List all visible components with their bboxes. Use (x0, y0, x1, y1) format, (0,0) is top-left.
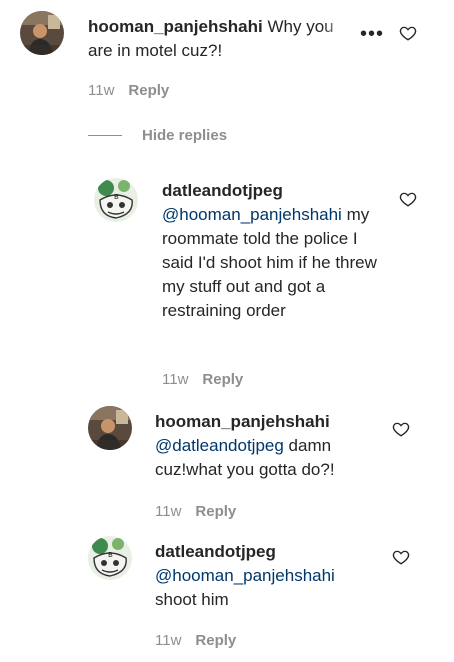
reply-text: datleandotjpeg @hooman_panjehshahi shoot… (155, 540, 375, 612)
reply-button[interactable]: Reply (202, 371, 243, 388)
reply-timestamp: 11w (162, 371, 189, 388)
avatar-datleandotjpeg[interactable]: B (88, 536, 132, 580)
reply-meta: 11w Reply (155, 632, 236, 649)
comment-text: hooman_panjehshahi Why you are in motel … (88, 15, 350, 63)
mention-link[interactable]: @datleandotjpeg (155, 436, 284, 455)
reply-body: shoot him (155, 590, 229, 609)
heart-outline-icon[interactable] (392, 420, 410, 438)
reply-button[interactable]: Reply (195, 632, 236, 649)
divider-line (88, 135, 122, 136)
reply-meta: 11w Reply (162, 371, 243, 388)
reply-timestamp: 11w (155, 632, 182, 649)
reply-button[interactable]: Reply (195, 503, 236, 520)
mention-link[interactable]: @hooman_panjehshahi (155, 564, 375, 588)
reply-button[interactable]: Reply (128, 82, 169, 99)
avatar-hooman[interactable] (20, 11, 64, 55)
mention-link[interactable]: @hooman_panjehshahi (162, 205, 342, 224)
text-fade (322, 15, 352, 43)
heart-outline-icon[interactable] (399, 190, 417, 208)
reply-username[interactable]: datleandotjpeg (162, 179, 382, 203)
heart-outline-icon[interactable] (399, 24, 417, 42)
comment-username[interactable]: hooman_panjehshahi (88, 17, 263, 36)
more-options-icon[interactable]: ••• (360, 24, 384, 44)
avatar-hooman[interactable] (88, 406, 132, 450)
reply-timestamp: 11w (155, 503, 182, 520)
reply-username[interactable]: datleandotjpeg (155, 540, 375, 564)
svg-text:B: B (114, 193, 119, 201)
comment-timestamp: 11w (88, 82, 115, 99)
reply-username[interactable]: hooman_panjehshahi (155, 410, 375, 434)
avatar-datleandotjpeg[interactable]: B (94, 178, 138, 222)
hide-replies-button[interactable]: Hide replies (88, 127, 227, 144)
heart-outline-icon[interactable] (392, 548, 410, 566)
hide-replies-label: Hide replies (142, 127, 228, 144)
comment-meta: 11w Reply (88, 82, 169, 99)
svg-text:B: B (108, 551, 113, 559)
reply-meta: 11w Reply (155, 503, 236, 520)
reply-text: hooman_panjehshahi @datleandotjpeg damn … (155, 410, 375, 482)
reply-text: datleandotjpeg @hooman_panjehshahi my ro… (162, 179, 382, 323)
